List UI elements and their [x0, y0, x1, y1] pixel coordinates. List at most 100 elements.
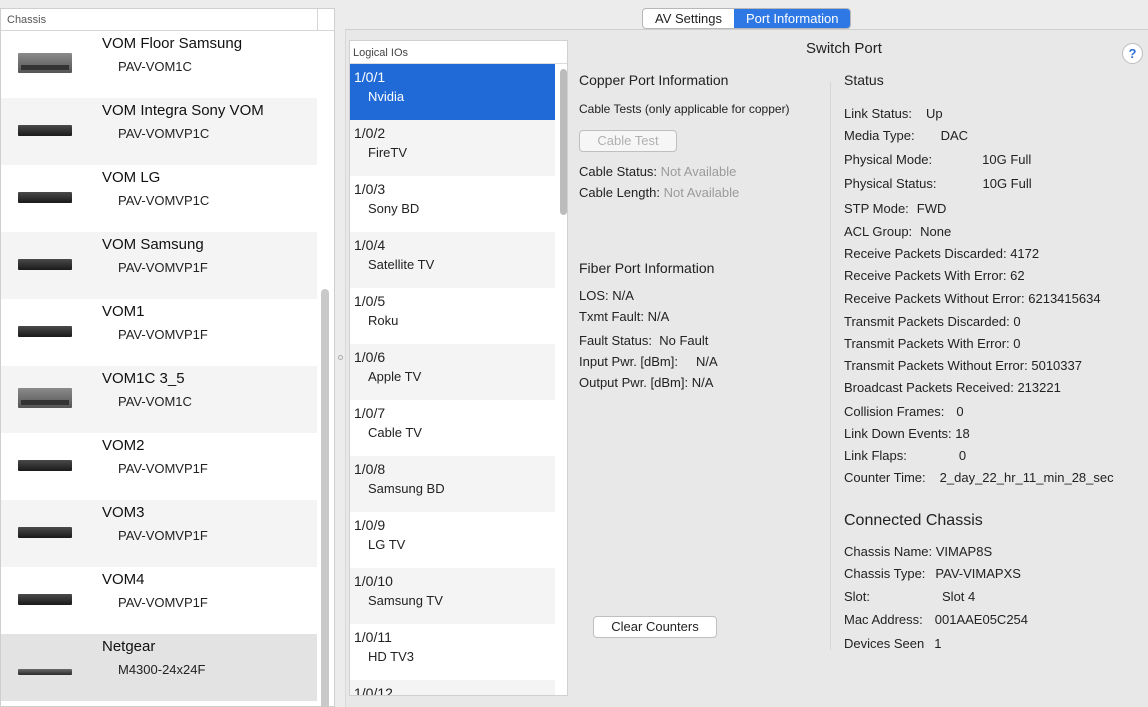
input-pwr-value: N/A — [696, 354, 718, 369]
txmt-row: Txmt Fault: N/A — [579, 309, 669, 324]
io-device: Samsung BD — [368, 481, 445, 496]
io-item[interactable]: 1/0/9 LG TV — [350, 512, 555, 568]
io-device: Cable TV — [368, 425, 422, 440]
connected-label: Chassis Name: — [844, 544, 933, 559]
connected-label: Devices Seen — [844, 636, 925, 651]
chassis-item[interactable]: VOM LG PAV-VOMVP1C — [1, 165, 317, 232]
cable-status-label: Cable Status: — [579, 164, 658, 179]
io-scrollbar[interactable] — [560, 69, 567, 215]
chassis-name: VOM Integra Sony VOM — [102, 102, 264, 119]
tab-av-settings[interactable]: AV Settings — [643, 9, 734, 28]
cable-test-button[interactable]: Cable Test — [579, 130, 677, 152]
io-item[interactable]: 1/0/3 Sony BD — [350, 176, 555, 232]
output-pwr-row: Output Pwr. [dBm]: N/A — [579, 375, 713, 390]
io-item-selected[interactable]: 1/0/1 Nvidia — [350, 64, 555, 120]
chassis-device-icon — [18, 192, 72, 203]
chassis-name: VOM1C 3_5 — [102, 370, 185, 387]
chassis-name: VOM4 — [102, 571, 145, 588]
connected-label: Slot: — [844, 589, 871, 604]
page-title: Switch Port — [806, 40, 882, 57]
status-row: Physical Status: 10G Full — [844, 176, 1032, 191]
io-device: LG TV — [368, 537, 406, 552]
chassis-item[interactable]: VOM Integra Sony VOM PAV-VOMVP1C — [1, 98, 317, 165]
io-item[interactable]: 1/0/6 Apple TV — [350, 344, 555, 400]
io-item[interactable]: 1/0/5 Roku — [350, 288, 555, 344]
chassis-item[interactable]: VOM Floor Samsung PAV-VOM1C — [1, 31, 317, 98]
status-value: FWD — [916, 201, 947, 216]
cable-tests-label: Cable Tests (only applicable for copper) — [579, 102, 790, 116]
io-item[interactable]: 1/0/10 Samsung TV — [350, 568, 555, 624]
io-port: 1/0/10 — [354, 573, 393, 589]
chassis-device-icon — [18, 527, 72, 538]
status-row: Collision Frames: 0 — [844, 404, 964, 419]
fault-label: Fault Status: — [579, 333, 652, 348]
connected-chassis-title: Connected Chassis — [844, 512, 983, 529]
io-item[interactable]: 1/0/12 — [350, 680, 555, 695]
status-row: Link Status: Up — [844, 106, 943, 121]
status-title: Status — [844, 72, 884, 88]
status-label: ACL Group: — [844, 224, 913, 239]
chassis-item[interactable]: VOM3 PAV-VOMVP1F — [1, 500, 317, 567]
section-divider — [830, 82, 831, 650]
clear-counters-button[interactable]: Clear Counters — [593, 616, 717, 638]
status-value: 2_day_22_hr_11_min_28_sec — [939, 470, 1114, 485]
connected-row: Slot: Slot 4 — [844, 589, 975, 604]
io-item[interactable]: 1/0/2 FireTV — [350, 120, 555, 176]
status-label: Link Flaps: — [844, 448, 907, 463]
help-icon[interactable]: ? — [1122, 43, 1143, 64]
status-value: 5010337 — [1031, 358, 1082, 373]
chassis-scrollbar[interactable] — [321, 289, 329, 707]
chassis-item[interactable]: VOM Samsung PAV-VOMVP1F — [1, 232, 317, 299]
chassis-name: VOM Samsung — [102, 236, 204, 253]
logical-io-list: Logical IOs 1/0/1 Nvidia 1/0/2 FireTV 1/0/… — [349, 40, 568, 696]
cable-status-row: Cable Status: Not Available — [579, 164, 736, 179]
chassis-device-icon — [18, 460, 72, 471]
chassis-item[interactable]: VOM4 PAV-VOMVP1F — [1, 567, 317, 634]
io-item[interactable]: 1/0/8 Samsung BD — [350, 456, 555, 512]
status-value: 62 — [1010, 268, 1025, 283]
status-label: Transmit Packets Without Error: — [844, 358, 1028, 373]
connected-row: Chassis Type: PAV-VIMAPXS — [844, 566, 1021, 581]
status-value: 0 — [1013, 314, 1021, 329]
status-row: Counter Time: 2_day_22_hr_11_min_28_sec — [844, 470, 1114, 485]
main-panel: Switch Port ? Logical IOs 1/0/1 Nvidia 1/… — [345, 29, 1148, 707]
io-item[interactable]: 1/0/11 HD TV3 — [350, 624, 555, 680]
chassis-list: VOM Floor Samsung PAV-VOM1C VOM Integra … — [1, 31, 317, 707]
status-label: Collision Frames: — [844, 404, 945, 419]
status-label: Counter Time: — [844, 470, 926, 485]
chassis-item[interactable]: VOM1C 3_5 PAV-VOM1C — [1, 366, 317, 433]
io-port: 1/0/4 — [354, 237, 386, 253]
chassis-item[interactable]: VOM2 PAV-VOMVP1F — [1, 433, 317, 500]
io-port: 1/0/5 — [354, 293, 386, 309]
connected-label: Chassis Type: — [844, 566, 926, 581]
status-value: 0 — [958, 448, 967, 463]
status-label: Receive Packets Without Error: — [844, 291, 1025, 306]
io-item[interactable]: 1/0/4 Satellite TV — [350, 232, 555, 288]
status-label: Transmit Packets Discarded: — [844, 314, 1010, 329]
chassis-device-icon — [18, 594, 72, 605]
output-pwr-value: N/A — [691, 375, 714, 390]
io-port: 1/0/2 — [354, 125, 386, 141]
status-label: Physical Status: — [844, 176, 937, 191]
io-device: Nvidia — [368, 89, 405, 104]
split-handle[interactable] — [338, 355, 343, 360]
connected-value: 001AAE05C254 — [934, 612, 1029, 627]
chassis-model: M4300-24x24F — [118, 662, 206, 677]
io-item[interactable]: 1/0/7 Cable TV — [350, 400, 555, 456]
connected-row: Devices Seen 1 — [844, 636, 941, 651]
status-label: Media Type: — [844, 128, 915, 143]
status-value: 18 — [955, 426, 970, 441]
connected-value: VIMAP8S — [935, 544, 993, 559]
chassis-item-selected[interactable]: Netgear M4300-24x24F — [1, 634, 317, 701]
tab-port-information[interactable]: Port Information — [733, 9, 851, 28]
tab-bar: AV Settings Port Information — [642, 8, 852, 29]
status-row: Media Type: DAC — [844, 128, 968, 143]
chassis-model: PAV-VOMVP1F — [118, 528, 208, 543]
cable-status-value: Not Available — [660, 164, 737, 179]
chassis-item[interactable]: VOM1 PAV-VOMVP1F — [1, 299, 317, 366]
switch-device-icon — [18, 669, 72, 675]
cable-length-value: Not Available — [663, 185, 740, 200]
fiber-title: Fiber Port Information — [579, 260, 715, 276]
cable-length-label: Cable Length: — [579, 185, 660, 200]
io-device: Roku — [368, 313, 399, 328]
